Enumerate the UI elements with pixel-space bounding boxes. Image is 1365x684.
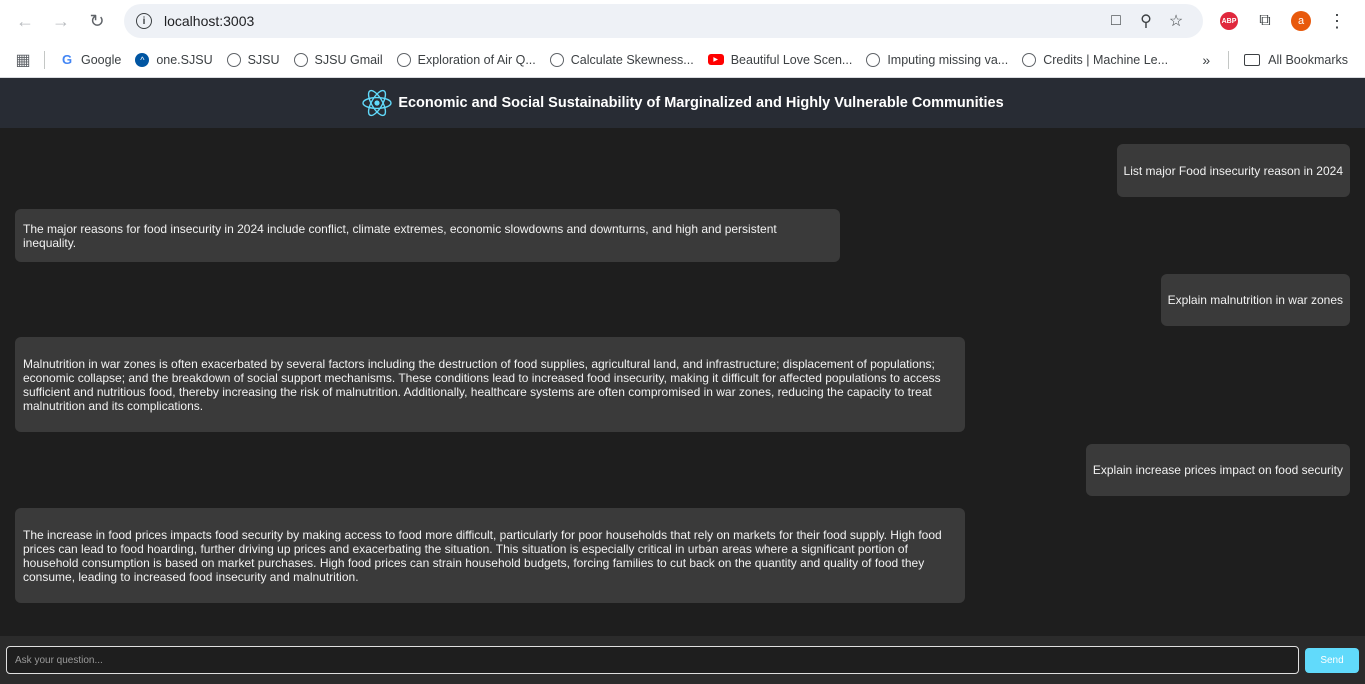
abp-label: ABP [1220, 12, 1238, 30]
sjsu-icon: ^ [135, 52, 150, 67]
address-bar[interactable]: i localhost:3003 □ ⚲ ☆ [124, 4, 1203, 38]
site-info-icon[interactable]: i [136, 13, 152, 29]
app-header: Economic and Social Sustainability of Ma… [0, 78, 1365, 128]
bookmark-label: Credits | Machine Le... [1043, 52, 1169, 67]
user-message: Explain malnutrition in war zones [1160, 274, 1350, 326]
bookmark-credits[interactable]: Credits | Machine Le... [1015, 46, 1175, 74]
user-message: List major Food insecurity reason in 202… [1116, 144, 1350, 197]
bookmark-label: Calculate Skewness... [570, 52, 694, 67]
bookmark-google[interactable]: G Google [53, 46, 128, 74]
page-title: Economic and Social Sustainability of Ma… [398, 95, 1004, 111]
send-button[interactable]: Send [1305, 647, 1359, 673]
kebab-menu-icon[interactable]: ⋮ [1319, 6, 1355, 36]
bookmark-imputing[interactable]: Imputing missing va... [859, 46, 1015, 74]
bookmark-label: Beautiful Love Scen... [730, 52, 853, 67]
bookmarks-divider [44, 50, 45, 69]
bookmark-label: SJSU [247, 52, 280, 67]
all-bookmarks-label: All Bookmarks [1268, 52, 1348, 67]
question-input[interactable] [6, 646, 1299, 674]
bookmark-label: Exploration of Air Q... [417, 52, 536, 67]
react-logo-icon [362, 89, 393, 117]
globe-icon [396, 52, 411, 67]
profile-avatar[interactable]: a [1283, 6, 1319, 36]
folder-icon [1244, 53, 1261, 66]
bookmark-label: SJSU Gmail [314, 52, 383, 67]
url-text[interactable]: localhost:3003 [164, 13, 1101, 29]
bot-message: The increase in food prices impacts food… [15, 508, 965, 603]
all-bookmarks-folder[interactable]: All Bookmarks [1237, 46, 1355, 74]
more-bookmarks-chevron-icon[interactable]: » [1192, 52, 1220, 68]
back-arrow-icon[interactable]: ← [10, 6, 40, 36]
globe-icon [866, 52, 881, 67]
forward-arrow-icon[interactable]: → [46, 6, 76, 36]
bookmark-sjsu[interactable]: SJSU [220, 46, 287, 74]
extensions-puzzle-icon[interactable]: ⧉ [1247, 6, 1283, 36]
globe-icon [293, 52, 308, 67]
chat-log[interactable]: List major Food insecurity reason in 202… [0, 128, 1365, 636]
avatar-letter: a [1291, 11, 1311, 31]
reload-icon[interactable]: ↻ [82, 6, 112, 36]
google-icon: G [61, 52, 73, 67]
bookmark-star-icon[interactable]: ☆ [1161, 6, 1191, 36]
bookmark-youtube[interactable]: ▶ Beautiful Love Scen... [701, 46, 860, 74]
adblock-extension-icon[interactable]: ABP [1211, 6, 1247, 36]
bookmark-label: one.SJSU [156, 52, 213, 67]
globe-icon [226, 52, 241, 67]
bookmark-label: Google [81, 52, 122, 67]
install-app-icon[interactable]: □ [1101, 6, 1131, 36]
bookmark-label: Imputing missing va... [887, 52, 1009, 67]
youtube-icon: ▶ [707, 54, 724, 65]
bookmark-sjsu-gmail[interactable]: SJSU Gmail [287, 46, 390, 74]
bookmark-air-quality[interactable]: Exploration of Air Q... [390, 46, 543, 74]
bookmark-one-sjsu[interactable]: ^ one.SJSU [128, 46, 219, 74]
bookmarks-divider [1228, 50, 1230, 69]
globe-icon [1022, 52, 1037, 67]
apps-grid-icon[interactable]: ▦ [10, 47, 36, 73]
bookmarks-bar: ▦ G Google ^ one.SJSU SJSU SJSU Gmail Expl… [0, 42, 1365, 78]
bookmark-skewness[interactable]: Calculate Skewness... [543, 46, 701, 74]
bot-message: The major reasons for food insecurity in… [15, 209, 840, 262]
bot-message: Malnutrition in war zones is often exace… [15, 337, 965, 432]
question-input-bar: Send [0, 636, 1365, 684]
user-message: Explain increase prices impact on food s… [1085, 444, 1350, 496]
browser-toolbar: ← → ↻ i localhost:3003 □ ⚲ ☆ ABP ⧉ a ⋮ [0, 0, 1365, 42]
globe-icon [549, 52, 564, 67]
zoom-icon[interactable]: ⚲ [1131, 6, 1161, 36]
